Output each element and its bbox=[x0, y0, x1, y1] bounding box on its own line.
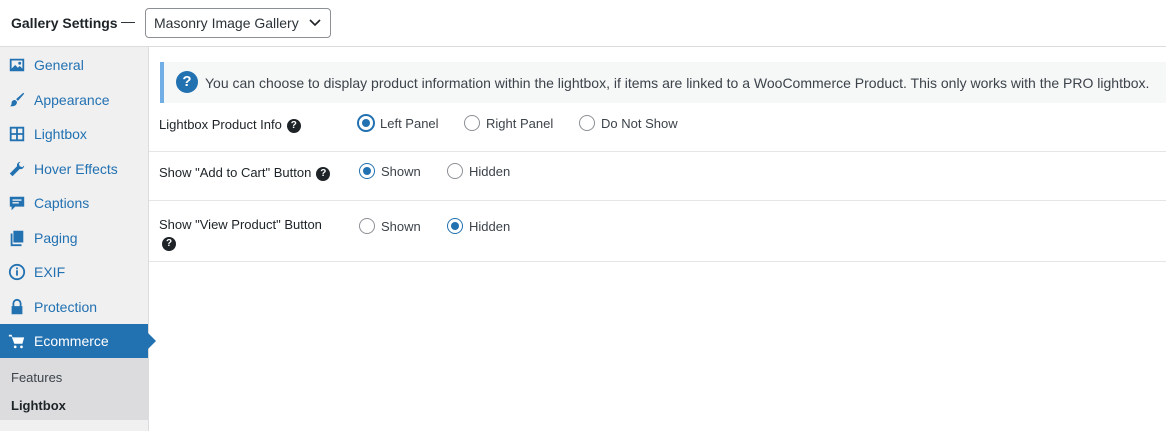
setting-label-text: Show "View Product" Button bbox=[159, 217, 322, 232]
sidebar-item-label: Lightbox bbox=[34, 126, 87, 142]
help-icon[interactable]: ? bbox=[286, 118, 301, 133]
sidebar-item-label: Hover Effects bbox=[34, 161, 118, 177]
page-title: Gallery Settings bbox=[11, 15, 118, 31]
setting-label-text: Show "Add to Cart" Button bbox=[159, 165, 312, 180]
sidebar-item-label: Paging bbox=[34, 230, 78, 246]
radio-button[interactable] bbox=[359, 163, 375, 179]
setting-label: Lightbox Product Info? bbox=[159, 117, 301, 133]
ecommerce-submenu: Features Lightbox bbox=[0, 358, 148, 420]
grid-icon bbox=[8, 125, 26, 143]
sidebar-item-label: Ecommerce bbox=[34, 333, 109, 349]
sidebar-item-label: General bbox=[34, 57, 84, 73]
submenu-item-features[interactable]: Features bbox=[11, 370, 62, 385]
sidebar-item-ecommerce[interactable]: Ecommerce bbox=[0, 324, 156, 358]
sidebar-item-appearance[interactable]: Appearance bbox=[0, 83, 148, 117]
chevron-down-icon bbox=[309, 19, 321, 27]
setting-row-add-to-cart: Show "Add to Cart" Button? Shown Hidden bbox=[149, 152, 1166, 201]
wrench-icon bbox=[8, 160, 26, 178]
radio-button[interactable] bbox=[358, 115, 374, 131]
sidebar-item-protection[interactable]: Protection bbox=[0, 290, 148, 324]
sidebar-item-hover-effects[interactable]: Hover Effects bbox=[0, 152, 148, 186]
sidebar-item-label: Appearance bbox=[34, 92, 110, 108]
title-separator: — bbox=[121, 13, 135, 29]
setting-row-lightbox-product-info: Lightbox Product Info? Left Panel Right … bbox=[149, 104, 1166, 152]
radio-left-panel[interactable]: Left Panel bbox=[358, 115, 439, 131]
image-icon bbox=[8, 56, 26, 74]
sidebar-item-captions[interactable]: Captions bbox=[0, 186, 148, 220]
setting-label: Show "View Product" Button? bbox=[159, 216, 339, 252]
brush-icon bbox=[8, 91, 26, 109]
radio-label: Shown bbox=[381, 218, 421, 234]
lock-icon bbox=[8, 298, 26, 316]
radio-shown[interactable]: Shown bbox=[359, 163, 421, 179]
sidebar-item-label: EXIF bbox=[34, 264, 66, 280]
help-icon[interactable]: ? bbox=[316, 166, 331, 181]
submenu-item-lightbox[interactable]: Lightbox bbox=[11, 398, 66, 413]
cart-icon bbox=[8, 332, 26, 350]
radio-do-not-show[interactable]: Do Not Show bbox=[579, 115, 678, 131]
radio-label: Left Panel bbox=[380, 115, 439, 131]
sidebar-item-exif[interactable]: EXIF bbox=[0, 255, 148, 289]
radio-button[interactable] bbox=[579, 115, 595, 131]
radio-label: Hidden bbox=[469, 163, 511, 179]
setting-label: Show "Add to Cart" Button? bbox=[159, 165, 331, 181]
radio-hidden[interactable]: Hidden bbox=[447, 218, 510, 234]
sidebar-item-label: Captions bbox=[34, 195, 90, 211]
radio-right-panel[interactable]: Right Panel bbox=[464, 115, 553, 131]
help-icon[interactable]: ? bbox=[162, 236, 176, 251]
gallery-select-value: Masonry Image Gallery bbox=[154, 15, 299, 31]
radio-shown[interactable]: Shown bbox=[359, 218, 421, 234]
sidebar-item-lightbox[interactable]: Lightbox bbox=[0, 117, 148, 151]
comment-icon bbox=[8, 194, 26, 212]
info-notice: ? You can choose to display product info… bbox=[160, 62, 1166, 103]
radio-button[interactable] bbox=[447, 163, 463, 179]
setting-row-view-product: Show "View Product" Button? Shown Hidden bbox=[149, 201, 1166, 262]
radio-button[interactable] bbox=[447, 218, 463, 234]
radio-label: Shown bbox=[381, 163, 421, 179]
info-icon bbox=[8, 263, 26, 281]
radio-hidden[interactable]: Hidden bbox=[447, 163, 510, 179]
radio-label: Hidden bbox=[469, 218, 511, 234]
notice-text: You can choose to display product inform… bbox=[205, 75, 1150, 91]
sidebar-item-label: Protection bbox=[34, 299, 98, 315]
radio-button[interactable] bbox=[359, 218, 375, 234]
gallery-select[interactable]: Masonry Image Gallery bbox=[145, 8, 331, 38]
settings-sidebar: General Appearance Lightbox Hover Effect… bbox=[0, 47, 156, 431]
pages-icon bbox=[8, 229, 26, 247]
radio-label: Do Not Show bbox=[601, 115, 678, 131]
sidebar-item-general[interactable]: General bbox=[0, 48, 148, 82]
top-bar: Gallery Settings — Masonry Image Gallery bbox=[0, 0, 1166, 47]
setting-label-text: Lightbox Product Info bbox=[159, 117, 282, 132]
question-icon: ? bbox=[176, 71, 198, 93]
sidebar-item-paging[interactable]: Paging bbox=[0, 221, 148, 255]
radio-label: Right Panel bbox=[486, 115, 554, 131]
radio-button[interactable] bbox=[464, 115, 480, 131]
